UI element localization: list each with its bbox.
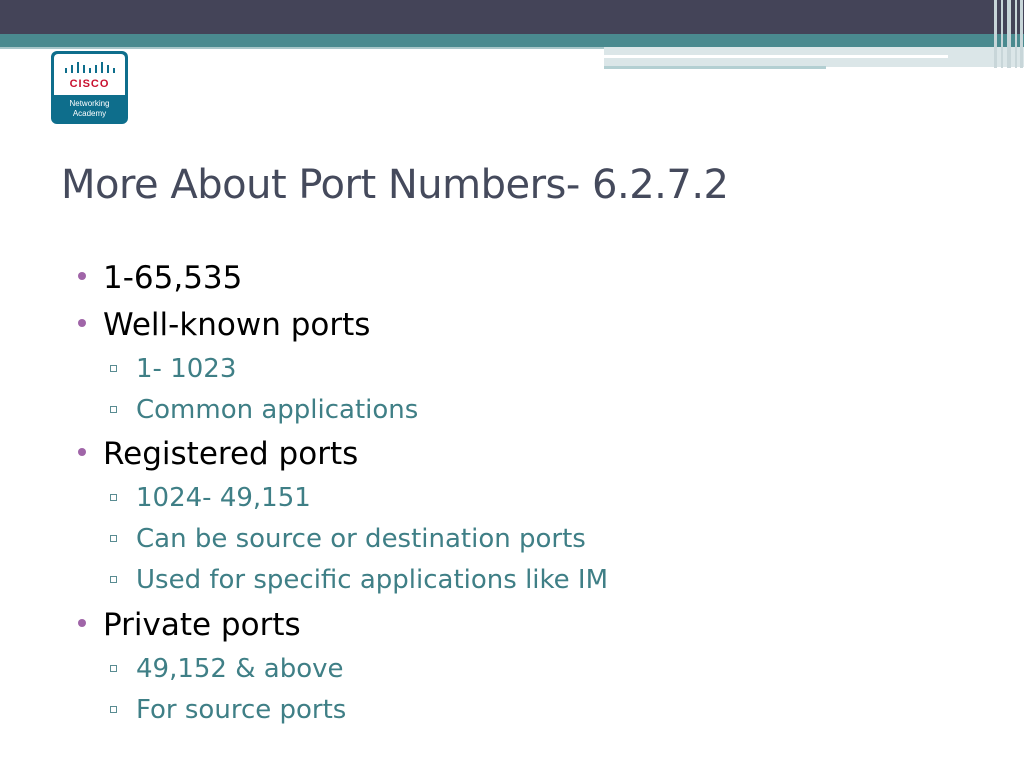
bullet-dot-icon <box>78 319 86 327</box>
bullet-text: Private ports <box>103 607 301 643</box>
header-bar-dark <box>0 0 1024 34</box>
bullet-dot-icon <box>78 272 86 280</box>
header-accent-line-lower <box>604 66 826 69</box>
header-rule <box>0 47 604 49</box>
sub-bullet-text: 1024- 49,151 <box>136 483 311 513</box>
square-bullet-icon <box>110 665 117 672</box>
sub-bullet-text: Used for specific applications like IM <box>136 565 609 595</box>
square-bullet-icon <box>110 706 117 713</box>
sub-bullet-text: Common applications <box>136 395 419 425</box>
sub-bullet-text: 49,152 & above <box>136 654 344 684</box>
square-bullet-icon <box>110 535 117 542</box>
bullet-text: Well-known ports <box>103 307 371 343</box>
bullet-text: Registered ports <box>103 436 359 472</box>
bullet-dot-icon <box>78 619 86 627</box>
square-bullet-icon <box>110 494 117 501</box>
bullet-text: 1-65,535 <box>103 260 243 296</box>
header-bar-teal <box>0 34 1024 47</box>
sub-bullet-text: For source ports <box>136 695 347 725</box>
logo-brand-text: CISCO <box>69 78 110 90</box>
cisco-networking-academy-logo: CISCO Networking Academy <box>51 51 128 124</box>
square-bullet-icon <box>110 406 117 413</box>
header-stripes <box>988 0 1024 68</box>
square-bullet-icon <box>110 576 117 583</box>
bullet-dot-icon <box>78 448 86 456</box>
sub-bullet-text: Can be source or destination ports <box>136 524 586 554</box>
cisco-bars-icon <box>65 62 115 73</box>
slide-title: More About Port Numbers- 6.2.7.2 <box>61 162 729 208</box>
sub-bullet-text: 1- 1023 <box>136 354 237 384</box>
header-accent-line <box>604 55 948 58</box>
square-bullet-icon <box>110 365 117 372</box>
logo-subtitle: Networking Academy <box>69 99 110 118</box>
